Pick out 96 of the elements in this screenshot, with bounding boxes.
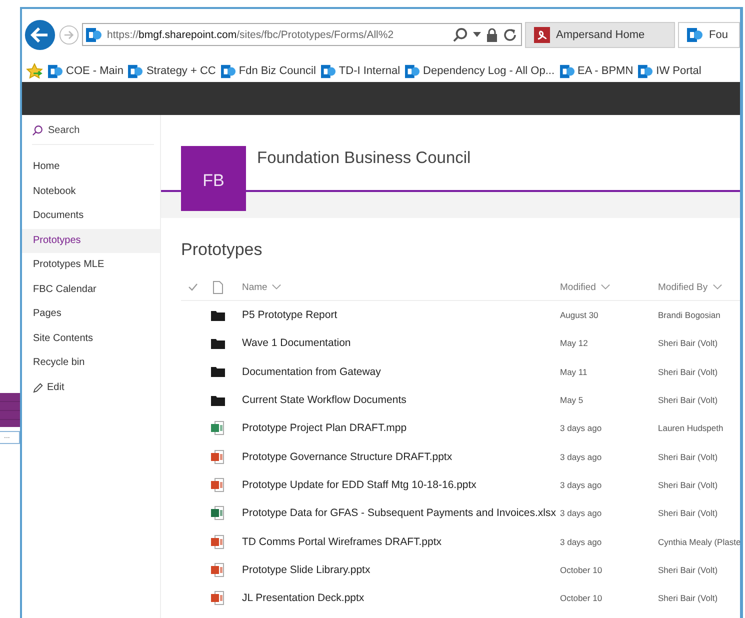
modified-cell-text: August 30 [560,310,600,320]
lock-icon [486,28,498,42]
folder-icon [211,310,225,321]
modified-cell-text: 3 days ago [560,536,603,547]
modified-cell-text: May 12 [560,338,589,348]
refresh-icon[interactable] [503,28,517,42]
modified-cell-text: May 5 [560,395,584,406]
nav-link[interactable]: Documents [22,204,160,228]
modified-cell-text: October 10 [560,564,604,575]
chevron-down-icon [712,284,722,290]
powerpoint-file-icon [211,562,224,577]
file-name-link[interactable]: Wave 1 Documentation [242,337,560,350]
sharepoint-icon [48,64,63,78]
modified-cell-text: 3 days ago [560,423,603,434]
powerpoint-file-icon [211,450,224,464]
modified-by-cell: Sheri Bair (Volt) [658,452,718,462]
modified-by-cell: Sheri Bair (Volt) [658,593,718,604]
file-name-link[interactable]: Documentation from Gateway [242,366,560,378]
column-header[interactable]: Name [242,282,560,292]
favorite-link[interactable]: IW Portal [638,64,702,78]
url-text: https://bmgf.sharepoint.com/sites/fbc/Prototypes/Forms/All%2 [107,28,395,40]
chevron-down-icon [600,284,610,290]
sharepoint-icon [687,26,703,42]
chevron-down-icon [272,284,282,290]
powerpoint-file-icon [211,591,224,606]
modified-by-cell: Sheri Bair (Volt) [658,366,718,377]
favorite-link[interactable]: Strategy + CC [128,64,216,78]
site-title[interactable]: Foundation Business Council [257,149,471,190]
file-name-link[interactable]: P5 Prototype Report [242,309,560,322]
file-name-link[interactable]: Prototype Project Plan DRAFT.mpp [242,422,560,434]
file-name-link[interactable]: TD Comms Portal Wireframes DRAFT.pptx [242,536,560,548]
modified-cell-text: May 11 [560,366,588,377]
library-title: Prototypes [181,240,264,261]
search-field[interactable]: Search [32,125,154,145]
back-button[interactable] [24,18,56,50]
pencil-icon [33,382,44,393]
sharepoint-icon [320,64,336,78]
address-bar[interactable]: https://bmgf.sharepoint.com/sites/fbc/Prototypes/Forms/All%2 [82,23,522,46]
powerpoint-file-icon [211,534,224,549]
favorite-link[interactable]: Dependency Log - All Op... [405,64,555,78]
dropdown-caret-icon[interactable] [473,32,481,37]
file-type-icon [211,280,225,294]
modified-by-cell: Sheri Bair (Volt) [658,338,718,348]
modified-by-cell: Cynthia Mealy (Plaste [658,536,740,547]
sharepoint-icon [638,64,654,78]
background-window-strip [0,393,20,427]
project-file-icon [211,421,224,436]
modified-by-cell: Sheri Bair (Volt) [658,564,718,575]
file-name-link[interactable]: Prototype Slide Library.pptx [242,564,560,576]
column-header[interactable]: Modified [560,282,658,292]
nav-link[interactable]: Home [22,155,160,180]
sharepoint-icon [405,64,420,78]
favorite-link[interactable]: Fdn Biz Council [220,64,316,78]
browser-tab[interactable]: Ampersand Home [525,22,675,48]
modified-by-cell: Sheri Bair (Volt) [658,480,718,490]
folder-icon [211,394,225,406]
file-name-link[interactable]: Prototype Update for EDD Staff Mtg 10-18-16.pptx [242,478,560,491]
edit-link[interactable]: Edit [22,376,160,400]
favorite-link[interactable]: TD-I Internal [320,64,400,78]
modified-by-cell: Brandi Bogosian [658,310,720,320]
search-icon [32,125,43,136]
modified-by-cell: Sheri Bair (Volt) [658,395,718,406]
nav-link[interactable]: Notebook [22,180,160,204]
nav-link[interactable]: Prototypes [22,228,160,253]
nav-link[interactable]: Recycle bin [22,351,160,376]
sharepoint-icon [86,26,102,42]
browser-tab[interactable]: Fou [678,22,740,48]
file-name-link[interactable]: JL Presentation Deck.pptx [242,592,560,604]
nav-link[interactable]: FBC Calendar [22,278,160,302]
select-all-check-icon[interactable] [188,283,198,291]
ampersand-logo-icon [534,26,550,42]
sharepoint-icon [560,64,575,78]
file-name-link[interactable]: Current State Workflow Documents [242,394,560,406]
modified-cell-text: 3 days ago [560,480,603,490]
site-logo[interactable]: FB [181,146,246,211]
nav-link[interactable]: Prototypes MLE [22,253,160,278]
modified-cell-text: 3 days ago [560,452,603,462]
search-icon[interactable] [453,27,468,42]
favorite-link[interactable]: COE - Main [48,64,124,78]
file-name-link[interactable]: Prototype Governance Structure DRAFT.pptx [242,450,560,463]
file-name-link[interactable]: Prototype Data for GFAS - Subsequent Payments and Invoices.xlsx [242,507,560,520]
modified-by-cell: Sheri Bair (Volt) [658,508,718,518]
modified-cell-text: 3 days ago [560,508,603,518]
folder-icon [211,338,225,349]
nav-link[interactable]: Site Contents [22,326,160,351]
column-header[interactable]: Modified By [658,282,722,292]
favorite-link[interactable]: EA - BPMN [560,64,634,78]
excel-file-icon [211,506,224,520]
sharepoint-icon [128,64,144,78]
favorites-star-icon[interactable] [26,62,43,80]
sharepoint-icon [220,64,236,78]
modified-by-cell: Lauren Hudspeth [658,423,724,434]
modified-cell-text: October 10 [560,593,604,604]
folder-icon [211,366,225,378]
powerpoint-file-icon [211,478,224,492]
nav-link[interactable]: Pages [22,302,160,326]
